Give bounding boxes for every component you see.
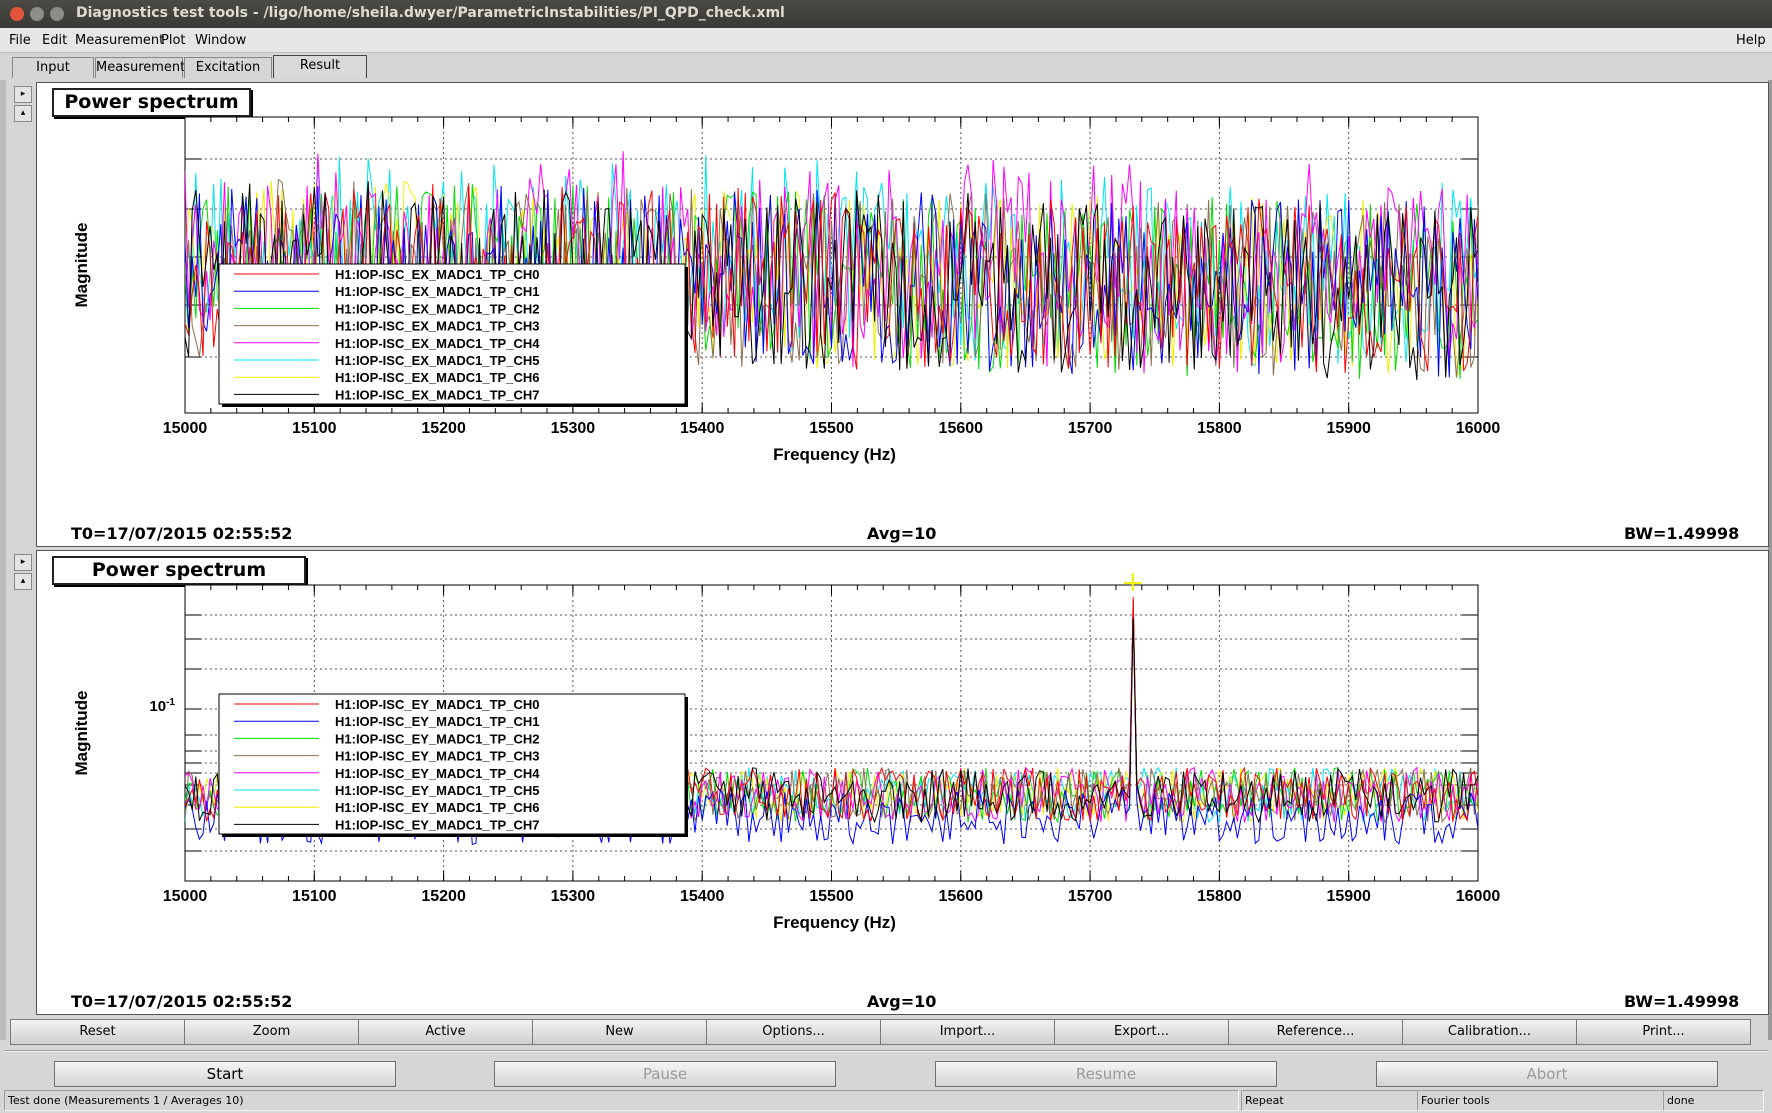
- x-tick-label: 15500: [809, 888, 854, 905]
- legend-label: H1:IOP-ISC_EY_MADC1_TP_CH4: [335, 766, 540, 781]
- x-tick-label: 15500: [809, 420, 854, 437]
- legend-label: H1:IOP-ISC_EY_MADC1_TP_CH0: [335, 697, 539, 712]
- legend-label: H1:IOP-ISC_EX_MADC1_TP_CH1: [335, 284, 539, 299]
- x-tick-label: 15600: [939, 888, 984, 905]
- legend-label: H1:IOP-ISC_EX_MADC1_TP_CH0: [335, 267, 539, 282]
- window-minimize-button[interactable]: [30, 7, 44, 21]
- menu-window[interactable]: Window: [195, 33, 246, 48]
- x-tick-label: 15800: [1197, 888, 1242, 905]
- legend-label: H1:IOP-ISC_EX_MADC1_TP_CH7: [335, 387, 539, 402]
- tab-measurement[interactable]: Measurement: [95, 57, 185, 78]
- tab-result[interactable]: Result: [273, 55, 367, 78]
- plot-toolbar: Reset Zoom Active New Options... Import.…: [10, 1019, 1754, 1045]
- window-close-button[interactable]: [10, 7, 24, 21]
- x-axis-label: Frequency (Hz): [773, 913, 896, 932]
- x-tick-label: 15900: [1326, 420, 1371, 437]
- window-maximize-button[interactable]: [50, 7, 64, 21]
- y-axis-label: Magnitude: [72, 223, 91, 308]
- separator: [4, 1050, 1768, 1052]
- x-tick-label: 15000: [163, 420, 208, 437]
- x-tick-label: 15900: [1326, 888, 1371, 905]
- legend-label: H1:IOP-ISC_EX_MADC1_TP_CH3: [335, 319, 539, 334]
- plot-bw: BW=1.49998: [1624, 524, 1740, 543]
- x-tick-label: 16000: [1456, 888, 1501, 905]
- x-tick-label: 15700: [1068, 888, 1113, 905]
- x-tick-label: 15800: [1197, 420, 1242, 437]
- zoom-button[interactable]: Zoom: [184, 1019, 359, 1045]
- panel2-collapse-arrow-icon[interactable]: ▴: [14, 573, 32, 590]
- left-frame-edge: [0, 80, 6, 1040]
- legend-label: H1:IOP-ISC_EY_MADC1_TP_CH7: [335, 817, 539, 832]
- plot-t0: T0=17/07/2015 02:55:52: [71, 524, 293, 543]
- plot-bw: BW=1.49998: [1624, 992, 1740, 1011]
- status-message: Test done (Measurements 1 / Averages 10): [4, 1090, 1239, 1111]
- legend-label: H1:IOP-ISC_EY_MADC1_TP_CH3: [335, 749, 539, 764]
- status-bar: Test done (Measurements 1 / Averages 10)…: [4, 1090, 1768, 1111]
- plot-t0: T0=17/07/2015 02:55:52: [71, 992, 293, 1011]
- plot-avg: Avg=10: [867, 524, 937, 543]
- panel2-expand-arrow-icon[interactable]: ▸: [14, 554, 32, 571]
- abort-button[interactable]: Abort: [1376, 1061, 1718, 1087]
- x-tick-label: 15100: [292, 420, 337, 437]
- x-tick-label: 15200: [421, 888, 466, 905]
- x-tick-label: 15300: [551, 420, 596, 437]
- x-tick-label: 15100: [292, 888, 337, 905]
- tab-bar: Input Measurement Excitation Result: [0, 53, 1772, 79]
- x-tick-label: 15700: [1068, 420, 1113, 437]
- menu-plot[interactable]: Plot: [161, 33, 186, 48]
- x-tick-label: 15200: [421, 420, 466, 437]
- y-tick-label: 10-1: [149, 697, 175, 715]
- calibration-button[interactable]: Calibration...: [1402, 1019, 1577, 1045]
- resume-button[interactable]: Resume: [935, 1061, 1277, 1087]
- plot-panel-bottom[interactable]: Power spectrum 15000 15100 15200 15300 15400…: [36, 550, 1769, 1015]
- reset-button[interactable]: Reset: [10, 1019, 185, 1045]
- panel1-collapse-arrow-icon[interactable]: ▴: [14, 105, 32, 122]
- legend-label: H1:IOP-ISC_EX_MADC1_TP_CH6: [335, 370, 539, 385]
- reference-button[interactable]: Reference...: [1228, 1019, 1403, 1045]
- legend-label: H1:IOP-ISC_EX_MADC1_TP_CH4: [335, 336, 540, 351]
- export-button[interactable]: Export...: [1054, 1019, 1229, 1045]
- start-button[interactable]: Start: [54, 1061, 396, 1087]
- tab-input[interactable]: Input: [12, 57, 94, 78]
- legend-label: H1:IOP-ISC_EY_MADC1_TP_CH5: [335, 783, 539, 798]
- x-tick-label: 15400: [680, 420, 725, 437]
- plot-avg: Avg=10: [867, 992, 937, 1011]
- legend-label: H1:IOP-ISC_EY_MADC1_TP_CH1: [335, 714, 539, 729]
- menu-file[interactable]: File: [9, 33, 31, 48]
- x-tick-label: 15300: [551, 888, 596, 905]
- y-axis-label: Magnitude: [72, 691, 91, 776]
- legend-label: H1:IOP-ISC_EY_MADC1_TP_CH6: [335, 800, 539, 815]
- x-tick-label: 16000: [1456, 420, 1501, 437]
- menu-bar: File Edit Measurement Plot Window Help: [0, 28, 1772, 53]
- panel1-expand-arrow-icon[interactable]: ▸: [14, 86, 32, 103]
- status-state: done: [1663, 1090, 1764, 1111]
- spectrum-chart-top[interactable]: 15000 15100 15200 15300 15400 15500 15600 15700…: [37, 83, 1768, 546]
- x-tick-label: 15000: [163, 888, 208, 905]
- legend-label: H1:IOP-ISC_EX_MADC1_TP_CH2: [335, 301, 539, 316]
- legend-label: H1:IOP-ISC_EY_MADC1_TP_CH2: [335, 731, 539, 746]
- menu-edit[interactable]: Edit: [42, 33, 67, 48]
- plot-panel-top[interactable]: Power spectrum 15000 15100 15200 15300 15400…: [36, 82, 1769, 547]
- window-title: Diagnostics test tools - /ligo/home/shei…: [76, 5, 785, 21]
- window-title-bar: Diagnostics test tools - /ligo/home/shei…: [0, 0, 1772, 28]
- x-tick-label: 15400: [680, 888, 725, 905]
- spectrum-chart-bottom[interactable]: 15000 15100 15200 15300 15400 15500 15600 15700…: [37, 551, 1768, 1014]
- print-button[interactable]: Print...: [1576, 1019, 1751, 1045]
- legend-label: H1:IOP-ISC_EX_MADC1_TP_CH5: [335, 353, 539, 368]
- pause-button[interactable]: Pause: [494, 1061, 836, 1087]
- active-button[interactable]: Active: [358, 1019, 533, 1045]
- import-button[interactable]: Import...: [880, 1019, 1055, 1045]
- status-tools: Fourier tools: [1417, 1090, 1664, 1111]
- menu-help[interactable]: Help: [1736, 33, 1766, 48]
- options-button[interactable]: Options...: [706, 1019, 881, 1045]
- x-axis-label: Frequency (Hz): [773, 445, 896, 464]
- menu-measurement[interactable]: Measurement: [75, 33, 164, 48]
- tab-excitation[interactable]: Excitation: [184, 57, 272, 78]
- status-repeat: Repeat: [1241, 1090, 1418, 1111]
- new-button[interactable]: New: [532, 1019, 707, 1045]
- x-tick-label: 15600: [939, 420, 984, 437]
